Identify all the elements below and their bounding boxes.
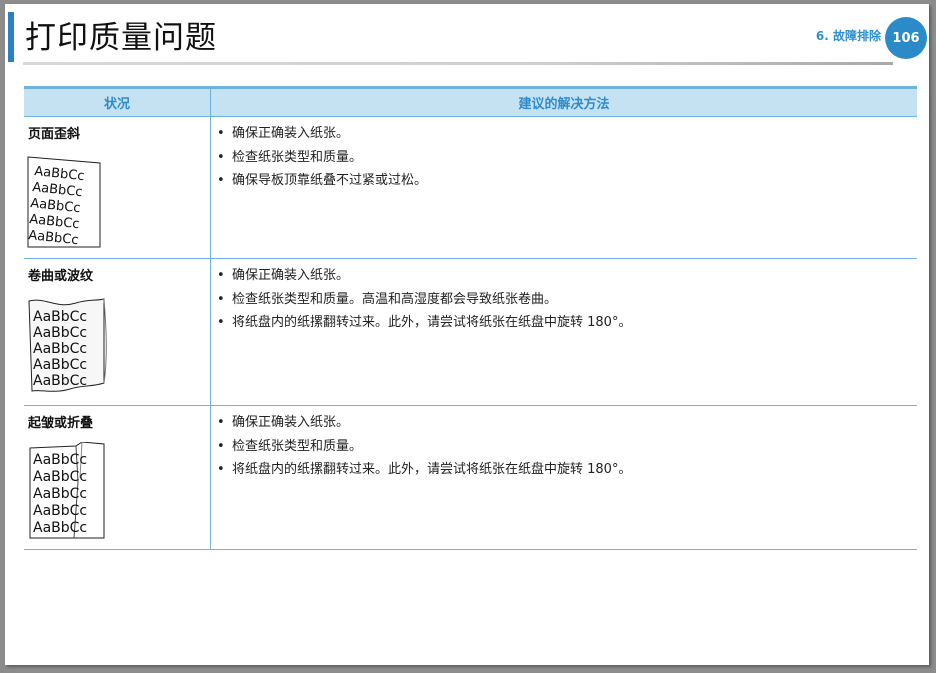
solution-text: 确保正确装入纸张。 <box>232 126 350 141</box>
list-item: • 检查纸张类型和质量。 <box>217 146 917 170</box>
solution-text: 将纸盘内的纸摞翻转过来。此外，请尝试将纸张在纸盘中旋转 180°。 <box>232 462 632 477</box>
bullet-icon: • <box>217 268 225 283</box>
curled-page-sample: AaBbCc AaBbCc AaBbCc AaBbCc AaBbCc <box>28 298 107 392</box>
bullet-icon: • <box>217 415 225 430</box>
state-cell: 页面歪斜 AaBbCc AaBbCc AaBbCc AaBbCc AaBbCc <box>24 116 211 259</box>
bullet-icon: • <box>217 315 225 330</box>
wrinkled-page-sample: AaBbCc AaBbCc AaBbCc AaBbCc AaBbCc <box>29 442 105 539</box>
list-item: • 检查纸张类型和质量。高温和高湿度都会导致纸张卷曲。 <box>217 288 917 312</box>
manual-page: 打印质量问题 6. 故障排除 106 状况 建议的解决方法 页面歪斜 AaBbC… <box>5 4 929 665</box>
sample-text-line: AaBbCc <box>33 357 87 373</box>
list-item: • 确保正确装入纸张。 <box>217 264 917 288</box>
title-accent-bar <box>8 12 14 62</box>
header-divider <box>23 62 893 65</box>
column-header-state: 状况 <box>24 86 211 117</box>
sample-text-line: AaBbCc <box>33 341 87 357</box>
skewed-page-sample: AaBbCc AaBbCc AaBbCc AaBbCc AaBbCc <box>27 156 101 248</box>
sample-text-line: AaBbCc <box>33 469 87 485</box>
list-item: • 确保正确装入纸张。 <box>217 122 917 146</box>
table-row: 起皱或折叠 AaBbCc AaBbCc AaBbCc AaBbCc AaBbCc <box>24 405 917 550</box>
solution-text: 检查纸张类型和质量。 <box>232 149 363 165</box>
bullet-icon: • <box>217 438 225 454</box>
state-name: 页面歪斜 <box>28 127 81 142</box>
sample-text-line: AaBbCc <box>33 486 87 502</box>
list-item: • 确保导板顶靠纸叠不过紧或过松。 <box>217 169 917 193</box>
solution-text: 确保正确装入纸张。 <box>232 268 350 283</box>
table-header-row: 状况 建议的解决方法 <box>24 86 917 117</box>
page-title: 打印质量问题 <box>25 20 217 56</box>
solution-list: • 确保正确装入纸张。 • 检查纸张类型和质量。 • 确保导板顶靠纸叠不过紧或过松。 <box>211 122 917 193</box>
bullet-icon: • <box>217 173 225 188</box>
list-item: • 将纸盘内的纸摞翻转过来。此外，请尝试将纸张在纸盘中旋转 180°。 <box>217 311 917 335</box>
solution-text: 将纸盘内的纸摞翻转过来。此外，请尝试将纸张在纸盘中旋转 180°。 <box>232 315 632 330</box>
page-number-badge: 106 <box>885 17 927 59</box>
column-header-solution: 建议的解决方法 <box>210 86 917 117</box>
list-item: • 确保正确装入纸张。 <box>217 411 917 435</box>
solution-cell: • 确保正确装入纸张。 • 检查纸张类型和质量。 • 将纸盘内的纸摞翻转过来。此外，请… <box>210 405 917 550</box>
solution-text: 确保正确装入纸张。 <box>232 415 350 430</box>
list-item: • 检查纸张类型和质量。 <box>217 435 917 459</box>
state-name: 卷曲或波纹 <box>28 269 94 284</box>
table-row: 页面歪斜 AaBbCc AaBbCc AaBbCc AaBbCc AaBbCc <box>24 116 917 259</box>
bullet-icon: • <box>217 291 225 307</box>
sample-text-line: AaBbCc <box>33 373 87 389</box>
state-cell: 卷曲或波纹 AaBbCc AaBbCc AaBbCc AaBbCc AaBbCc <box>24 258 211 406</box>
sample-text-line: AaBbCc <box>33 309 87 325</box>
bullet-icon: • <box>217 462 225 477</box>
solution-text: 检查纸张类型和质量。高温和高湿度都会导致纸张卷曲。 <box>232 291 558 307</box>
solution-list: • 确保正确装入纸张。 • 检查纸张类型和质量。 • 将纸盘内的纸摞翻转过来。此外，请… <box>211 411 917 482</box>
sample-text-line: AaBbCc <box>33 452 87 468</box>
sample-text-line: AaBbCc <box>33 325 87 341</box>
print-quality-table: 状况 建议的解决方法 页面歪斜 AaBbCc AaBbCc AaBbCc AaB… <box>24 86 917 550</box>
solution-cell: • 确保正确装入纸张。 • 检查纸张类型和质量。 • 确保导板顶靠纸叠不过紧或过松。 <box>210 116 917 259</box>
solution-text: 检查纸张类型和质量。 <box>232 438 363 454</box>
chapter-label: 6. 故障排除 <box>815 29 881 43</box>
sample-text-line: AaBbCc <box>33 520 87 536</box>
sample-text-line: AaBbCc <box>33 503 87 519</box>
list-item: • 将纸盘内的纸摞翻转过来。此外，请尝试将纸张在纸盘中旋转 180°。 <box>217 458 917 482</box>
solution-cell: • 确保正确装入纸张。 • 检查纸张类型和质量。高温和高湿度都会导致纸张卷曲。 • 将… <box>210 258 917 406</box>
bullet-icon: • <box>217 126 225 141</box>
bullet-icon: • <box>217 149 225 165</box>
state-name: 起皱或折叠 <box>28 416 94 431</box>
solution-list: • 确保正确装入纸张。 • 检查纸张类型和质量。高温和高湿度都会导致纸张卷曲。 • 将… <box>211 264 917 335</box>
solution-text: 确保导板顶靠纸叠不过紧或过松。 <box>232 173 428 188</box>
table-row: 卷曲或波纹 AaBbCc AaBbCc AaBbCc AaBbCc AaBbCc <box>24 258 917 406</box>
state-cell: 起皱或折叠 AaBbCc AaBbCc AaBbCc AaBbCc AaBbCc <box>24 405 211 550</box>
